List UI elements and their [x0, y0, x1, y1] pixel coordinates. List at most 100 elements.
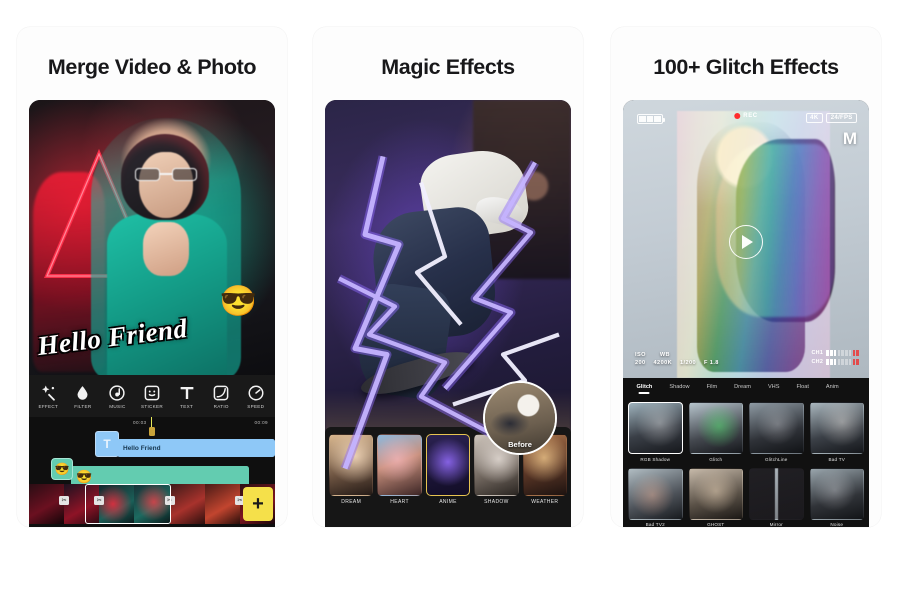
- preset-label: RGB Shadow: [640, 456, 671, 462]
- preset-label: Bad TV: [828, 456, 845, 462]
- preset-label: Bad TV2: [645, 522, 665, 527]
- tab-anim[interactable]: Anim: [817, 384, 847, 390]
- toolbar-item-text[interactable]: TEXT: [169, 383, 204, 409]
- toolbar-item-sticker[interactable]: STICKER: [135, 383, 170, 409]
- preset-item-glitchline[interactable]: GlitchLine: [749, 402, 804, 462]
- preset-thumbnail[interactable]: [810, 468, 865, 520]
- iso-label: ISO: [635, 351, 646, 358]
- tab-float[interactable]: Float: [788, 384, 817, 390]
- battery-icon: [637, 114, 666, 124]
- overlay-sunglasses-emoji[interactable]: 😎: [220, 287, 257, 317]
- play-icon: [742, 234, 753, 249]
- toolbar-item-filter[interactable]: FILTER: [66, 383, 101, 409]
- add-clip-button[interactable]: +: [243, 487, 273, 521]
- droplet-icon: [73, 383, 92, 402]
- before-preview-badge[interactable]: Before: [483, 381, 557, 455]
- sticker-smiley-icon: [143, 383, 162, 402]
- audio-ch1-label: CH1: [811, 350, 824, 356]
- sticker-clip-emoji: 😎: [76, 469, 93, 484]
- filmstrip-frame[interactable]: ✂: [29, 484, 70, 524]
- preset-item-glitch[interactable]: Glitch: [689, 402, 744, 462]
- preset-label: Glitch: [709, 456, 723, 462]
- mode-indicator: M: [842, 129, 857, 148]
- video-preview-1[interactable]: Hello Friend 😎: [29, 100, 275, 384]
- video-preview-2[interactable]: Before: [325, 100, 571, 527]
- audio-meters: CH1 CH2: [811, 350, 859, 368]
- toolbar-item-ratio[interactable]: RATIO: [204, 383, 239, 409]
- shutter-value: 1/200: [680, 360, 697, 367]
- feature-card-magic-effects: Magic Effects Before DREAM HEART ANIME S…: [313, 27, 583, 527]
- audio-ch1-bars: [826, 350, 859, 356]
- rec-label: REC: [743, 113, 758, 119]
- aperture-value: F 1.8: [704, 360, 719, 367]
- phone-screen-1: Hello Friend 😎 EFFECT FILTER MUSIC STICK…: [29, 100, 275, 527]
- feature-card-glitch-effects: 100+ Glitch Effects REC 4K 24/FPS M ISO …: [611, 27, 881, 527]
- preset-item-bad-tv2[interactable]: Bad TV2: [628, 468, 683, 527]
- tab-vhs[interactable]: VHS: [759, 384, 788, 390]
- filmstrip-frame[interactable]: [99, 484, 135, 524]
- timeline-time-right: 00:09: [254, 420, 268, 425]
- toolbar-label-ratio: RATIO: [213, 404, 229, 409]
- preset-thumbnail[interactable]: [628, 468, 683, 520]
- recording-indicator: REC: [734, 113, 757, 119]
- preset-item-ghost[interactable]: GHOST: [689, 468, 744, 527]
- sticker-clip-thumbnail[interactable]: 😎: [51, 458, 73, 480]
- tab-glitch[interactable]: Glitch: [628, 384, 661, 390]
- phone-screen-3: REC 4K 24/FPS M ISO WB 200 4200K 1/200 F…: [623, 100, 869, 527]
- glitch-effects-panel: Glitch Shadow Film Dream VHS Float Anim …: [623, 378, 869, 527]
- preset-thumbnail[interactable]: [749, 402, 804, 454]
- filmstrip-frame[interactable]: ✂: [204, 484, 245, 524]
- feature-card-merge-video-photo: Merge Video & Photo Hello Friend 😎 EFFEC…: [17, 27, 287, 527]
- scissors-icon[interactable]: ✂: [59, 496, 70, 505]
- subject-face: [139, 152, 193, 218]
- preset-label: Mirror: [769, 522, 783, 527]
- scissors-icon[interactable]: ✂: [94, 496, 105, 505]
- preset-item-bad-tv[interactable]: Bad TV: [810, 402, 865, 462]
- toolbar-item-speed[interactable]: SPEED: [238, 383, 273, 409]
- wb-label: WB: [659, 351, 670, 358]
- toolbar-label-music: MUSIC: [109, 404, 126, 409]
- preset-thumbnail[interactable]: [810, 402, 865, 454]
- filmstrip-frame[interactable]: [169, 484, 205, 524]
- preset-thumbnail[interactable]: [689, 402, 744, 454]
- video-preview-3[interactable]: REC 4K 24/FPS M ISO WB 200 4200K 1/200 F…: [623, 100, 869, 378]
- scissors-icon[interactable]: ✂: [164, 496, 175, 505]
- lightning-effect-icon: [325, 100, 571, 527]
- camera-stats: ISO WB 200 4200K 1/200 F 1.8: [635, 351, 719, 368]
- text-clip-thumbnail[interactable]: T: [95, 431, 119, 457]
- toolbar-label-speed: SPEED: [247, 404, 265, 409]
- aspect-ratio-icon: [212, 383, 231, 402]
- toolbar-item-music[interactable]: MUSIC: [100, 383, 135, 409]
- card-title-1: Merge Video & Photo: [47, 55, 257, 79]
- toolbar-label-effect: EFFECT: [38, 404, 59, 409]
- preset-label: Noise: [830, 522, 844, 527]
- screenshot-stage: Merge Video & Photo Hello Friend 😎 EFFEC…: [0, 0, 900, 600]
- text-t-icon: [177, 383, 196, 402]
- rec-dot-icon: [734, 113, 741, 119]
- speedometer-icon: [246, 383, 265, 402]
- editor-toolbar: EFFECT FILTER MUSIC STICKER TEXT RATIO S…: [29, 375, 275, 417]
- preset-thumbnail-selected[interactable]: [628, 402, 683, 454]
- preset-grid: RGB Shadow Glitch GlitchLine Bad TV Bad …: [623, 396, 869, 527]
- preset-item-rgb-shadow[interactable]: RGB Shadow: [628, 402, 683, 462]
- card-title-3: 100+ Glitch Effects: [653, 55, 839, 79]
- timeline-playhead[interactable]: [147, 417, 157, 436]
- tab-dream[interactable]: Dream: [726, 384, 760, 390]
- category-tabs: Glitch Shadow Film Dream VHS Float Anim: [623, 378, 869, 396]
- play-button[interactable]: [729, 224, 763, 259]
- tab-film[interactable]: Film: [698, 384, 726, 390]
- preset-thumbnail[interactable]: [749, 468, 804, 520]
- filmstrip-frame[interactable]: ✂: [134, 484, 175, 524]
- subject-hand: [143, 222, 189, 276]
- preset-item-mirror[interactable]: Mirror: [749, 468, 804, 527]
- music-note-icon: [108, 383, 127, 402]
- toolbar-item-effect[interactable]: EFFECT: [31, 383, 66, 409]
- timeline-time-left: 00:03: [133, 420, 147, 425]
- preset-thumbnail[interactable]: [689, 468, 744, 520]
- filmstrip-frame[interactable]: ✂: [64, 484, 105, 524]
- preset-item-noise[interactable]: Noise: [810, 468, 865, 527]
- timeline-text-clip[interactable]: Hello Friend: [117, 439, 275, 457]
- toolbar-label-text: TEXT: [180, 404, 194, 409]
- tab-shadow[interactable]: Shadow: [661, 384, 698, 390]
- timeline-filmstrip[interactable]: ✂ ✂ ✂ ✂ +: [29, 484, 275, 524]
